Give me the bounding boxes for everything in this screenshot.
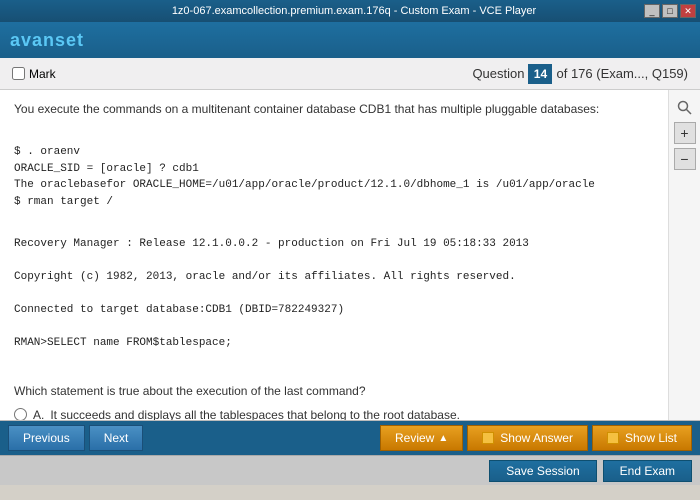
radio-a[interactable]	[14, 408, 27, 421]
question-info: Question 14 of 176 (Exam..., Q159)	[472, 64, 688, 84]
maximize-button[interactable]: □	[662, 4, 678, 18]
output-line-1: Recovery Manager : Release 12.1.0.0.2 - …	[14, 236, 654, 253]
zoom-in-button[interactable]: +	[674, 122, 696, 144]
search-icon[interactable]	[675, 98, 695, 118]
code-line-1: $ . oraenv	[14, 144, 654, 161]
logo-suffix: set	[55, 30, 84, 50]
mark-label: Mark	[29, 67, 56, 81]
logo-bar: avanset	[0, 22, 700, 58]
code-block: $ . oraenv ORACLE_SID = [oracle] ? cdb1 …	[14, 144, 654, 210]
app-logo: avanset	[10, 30, 84, 51]
show-answer-icon	[482, 432, 494, 444]
mark-section: Mark	[12, 67, 56, 81]
output-line-5: Connected to target database:CDB1 (DBID=…	[14, 302, 654, 319]
code-line-2: ORACLE_SID = [oracle] ? cdb1	[14, 161, 654, 178]
question-number: 14	[534, 67, 547, 81]
show-answer-label: Show Answer	[500, 431, 573, 445]
option-a-label: A.	[33, 406, 44, 421]
minimize-button[interactable]: _	[644, 4, 660, 18]
output-line-7: RMAN>SELECT name FROM$tablespace;	[14, 335, 654, 352]
question-text: Which statement is true about the execut…	[14, 382, 654, 400]
review-label: Review	[395, 431, 434, 445]
output-line-6	[14, 319, 654, 336]
output-line-4	[14, 286, 654, 303]
show-list-button[interactable]: Show List	[592, 425, 692, 451]
review-arrow-icon: ▲	[438, 433, 448, 444]
output-block: Recovery Manager : Release 12.1.0.0.2 - …	[14, 236, 654, 352]
question-area: You execute the commands on a multitenan…	[0, 90, 668, 420]
answer-option-a: A. It succeeds and displays all the tabl…	[14, 404, 654, 421]
option-a-text: It succeeds and displays all the tablesp…	[50, 406, 460, 421]
sidebar-tools: + −	[668, 90, 700, 420]
show-answer-button[interactable]: Show Answer	[467, 425, 588, 451]
window-controls[interactable]: _ □ ✕	[644, 4, 696, 18]
end-exam-button[interactable]: End Exam	[603, 460, 692, 482]
close-button[interactable]: ✕	[680, 4, 696, 18]
mark-checkbox[interactable]	[12, 67, 25, 80]
main-content: You execute the commands on a multitenan…	[0, 90, 700, 420]
bottom-toolbar-2: Save Session End Exam	[0, 455, 700, 485]
previous-button[interactable]: Previous	[8, 425, 85, 451]
logo-prefix: avan	[10, 30, 55, 50]
question-label: Question	[472, 66, 524, 81]
question-total: of 176 (Exam..., Q159)	[556, 66, 688, 81]
show-list-label: Show List	[625, 431, 677, 445]
output-line-3: Copyright (c) 1982, 2013, oracle and/or …	[14, 269, 654, 286]
question-header: Mark Question 14 of 176 (Exam..., Q159)	[0, 58, 700, 90]
show-list-icon	[607, 432, 619, 444]
window-title: 1z0-067.examcollection.premium.exam.176q…	[64, 5, 644, 17]
review-button[interactable]: Review ▲	[380, 425, 463, 451]
question-number-box: 14	[528, 64, 552, 84]
title-bar: 1z0-067.examcollection.premium.exam.176q…	[0, 0, 700, 22]
bottom-toolbar-1: Previous Next Review ▲ Show Answer Show …	[0, 421, 700, 455]
question-intro: You execute the commands on a multitenan…	[14, 100, 654, 118]
code-line-3: The oraclebasefor ORACLE_HOME=/u01/app/o…	[14, 177, 654, 194]
output-line-2	[14, 253, 654, 270]
code-line-4: $ rman target /	[14, 194, 654, 211]
next-button[interactable]: Next	[89, 425, 144, 451]
save-session-button[interactable]: Save Session	[489, 460, 596, 482]
zoom-out-button[interactable]: −	[674, 148, 696, 170]
